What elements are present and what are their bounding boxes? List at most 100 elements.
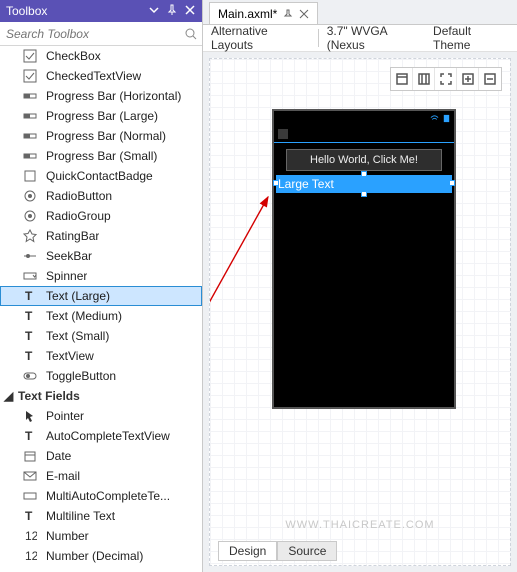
app-icon bbox=[278, 129, 288, 139]
toolbox-item-text-small-[interactable]: T Text (Small) bbox=[0, 326, 202, 346]
item-icon bbox=[22, 488, 38, 504]
svg-text:T: T bbox=[25, 509, 33, 523]
item-label: Text (Large) bbox=[46, 289, 110, 303]
toolbox-item-textview[interactable]: T TextView bbox=[0, 346, 202, 366]
selected-widget-large-text[interactable]: Large Text bbox=[276, 175, 452, 193]
item-icon bbox=[22, 168, 38, 184]
item-label: Progress Bar (Normal) bbox=[46, 129, 166, 143]
item-icon bbox=[22, 48, 38, 64]
item-icon: 12 bbox=[22, 548, 38, 564]
tab-pin-icon[interactable] bbox=[283, 9, 293, 19]
toolbox-item-progress-bar-large-[interactable]: Progress Bar (Large) bbox=[0, 106, 202, 126]
resize-handle-top[interactable] bbox=[361, 171, 367, 177]
pin-icon[interactable] bbox=[166, 4, 178, 19]
toolbox-item-radiobutton[interactable]: RadioButton bbox=[0, 186, 202, 206]
svg-text:12: 12 bbox=[25, 549, 37, 563]
item-icon: T bbox=[22, 328, 38, 344]
fullscreen-icon[interactable] bbox=[435, 68, 457, 90]
search-input[interactable] bbox=[0, 27, 184, 41]
toolbox-item-text-medium-[interactable]: TText (Medium) bbox=[0, 306, 202, 326]
toolbox-list[interactable]: CheckBox CheckedTextView Progress Bar (Hor… bbox=[0, 46, 202, 572]
tab-main-axml[interactable]: Main.axml* bbox=[209, 2, 318, 24]
item-label: RadioButton bbox=[46, 189, 112, 203]
toolbox-item-seekbar[interactable]: SeekBar bbox=[0, 246, 202, 266]
toolbox-item-number[interactable]: 12 Number bbox=[0, 526, 202, 546]
toolbox-item-progress-bar-horizontal-[interactable]: Progress Bar (Horizontal) bbox=[0, 86, 202, 106]
item-label: Number (Decimal) bbox=[46, 549, 143, 563]
tab-label: Main.axml* bbox=[218, 7, 277, 21]
item-label: Number bbox=[46, 529, 89, 543]
toolbox-item-text-large-[interactable]: T Text (Large) bbox=[0, 286, 202, 306]
toolbox-item-radiogroup[interactable]: RadioGroup bbox=[0, 206, 202, 226]
item-label: Spinner bbox=[46, 269, 87, 283]
hello-button[interactable]: Hello World, Click Me! bbox=[286, 149, 442, 171]
item-label: CheckBox bbox=[46, 49, 101, 63]
item-label: TextView bbox=[46, 349, 94, 363]
item-icon bbox=[22, 448, 38, 464]
resize-handle-left[interactable] bbox=[273, 180, 279, 186]
toolbox-item-ratingbar[interactable]: RatingBar bbox=[0, 226, 202, 246]
toolbox-item-multiline-text[interactable]: T Multiline Text bbox=[0, 506, 202, 526]
toolbox-item-pointer[interactable]: Pointer bbox=[0, 406, 202, 426]
item-label: AutoCompleteTextView bbox=[46, 429, 170, 443]
item-label: QuickContactBadge bbox=[46, 169, 153, 183]
svg-text:T: T bbox=[25, 429, 33, 443]
dropdown-icon[interactable] bbox=[148, 4, 160, 19]
item-icon bbox=[22, 208, 38, 224]
item-label: Progress Bar (Large) bbox=[46, 109, 158, 123]
svg-text:T: T bbox=[25, 329, 33, 343]
group-label: Text Fields bbox=[18, 389, 80, 403]
tab-close-icon[interactable] bbox=[299, 9, 309, 19]
toolbox-item-checkedtextview[interactable]: CheckedTextView bbox=[0, 66, 202, 86]
battery-icon bbox=[442, 114, 451, 123]
resize-handle-bottom[interactable] bbox=[361, 191, 367, 197]
toolbox-header: Toolbox bbox=[0, 0, 202, 22]
theme-selector[interactable]: Default Theme bbox=[433, 24, 509, 52]
item-label: Multiline Text bbox=[46, 509, 115, 523]
toolbox-item-number-decimal-[interactable]: 12 Number (Decimal) bbox=[0, 546, 202, 566]
item-label: Pointer bbox=[46, 409, 84, 423]
toolbox-item-autocompletetextview[interactable]: T AutoCompleteTextView bbox=[0, 426, 202, 446]
toolbox-item-date[interactable]: Date bbox=[0, 446, 202, 466]
device-selector[interactable]: 3.7" WVGA (Nexus bbox=[327, 24, 425, 52]
toolbox-item-togglebutton[interactable]: ToggleButton bbox=[0, 366, 202, 386]
item-icon: T bbox=[22, 348, 38, 364]
caret-down-icon: ◢ bbox=[4, 389, 14, 403]
layout-single-icon[interactable] bbox=[391, 68, 413, 90]
designer-mode-tabs: Design Source bbox=[218, 541, 337, 561]
document-tabstrip: Main.axml* bbox=[203, 0, 517, 24]
item-label: CheckedTextView bbox=[46, 69, 141, 83]
watermark: WWW.THAICREATE.COM bbox=[285, 519, 434, 531]
toolbox-search[interactable] bbox=[0, 22, 202, 46]
toolbox-item-quickcontactbadge[interactable]: QuickContactBadge bbox=[0, 166, 202, 186]
item-icon bbox=[22, 68, 38, 84]
toolbox-item-multiautocompletete-[interactable]: MultiAutoCompleteTe... bbox=[0, 486, 202, 506]
item-icon bbox=[22, 368, 38, 384]
item-label: Text (Small) bbox=[46, 329, 109, 343]
item-icon: T bbox=[22, 288, 38, 304]
svg-text:T: T bbox=[25, 289, 33, 303]
item-icon: 12 bbox=[22, 528, 38, 544]
design-canvas[interactable]: Hello World, Click Me! Large Text WWW.TH… bbox=[209, 58, 511, 566]
alt-layouts-button[interactable]: Alternative Layouts bbox=[211, 24, 310, 52]
item-icon: T bbox=[22, 308, 38, 324]
layout-split-icon[interactable] bbox=[413, 68, 435, 90]
svg-text:T: T bbox=[25, 349, 33, 363]
item-icon: T bbox=[22, 508, 38, 524]
toolbox-item-checkbox[interactable]: CheckBox bbox=[0, 46, 202, 66]
toolbox-item-progress-bar-small-[interactable]: Progress Bar (Small) bbox=[0, 146, 202, 166]
zoom-in-icon[interactable] bbox=[457, 68, 479, 90]
tab-design[interactable]: Design bbox=[218, 541, 277, 561]
item-icon bbox=[22, 88, 38, 104]
resize-handle-right[interactable] bbox=[449, 180, 455, 186]
canvas-toolbar bbox=[390, 67, 502, 91]
toolbox-item-e-mail[interactable]: E-mail bbox=[0, 466, 202, 486]
toolbox-item-progress-bar-normal-[interactable]: Progress Bar (Normal) bbox=[0, 126, 202, 146]
toolbox-item-spinner[interactable]: Spinner bbox=[0, 266, 202, 286]
item-label: Progress Bar (Horizontal) bbox=[46, 89, 181, 103]
zoom-out-icon[interactable] bbox=[479, 68, 501, 90]
tab-source[interactable]: Source bbox=[277, 541, 337, 561]
toolbox-group-text-fields[interactable]: ◢ Text Fields bbox=[0, 386, 202, 406]
close-icon[interactable] bbox=[184, 4, 196, 19]
item-label: Date bbox=[46, 449, 71, 463]
